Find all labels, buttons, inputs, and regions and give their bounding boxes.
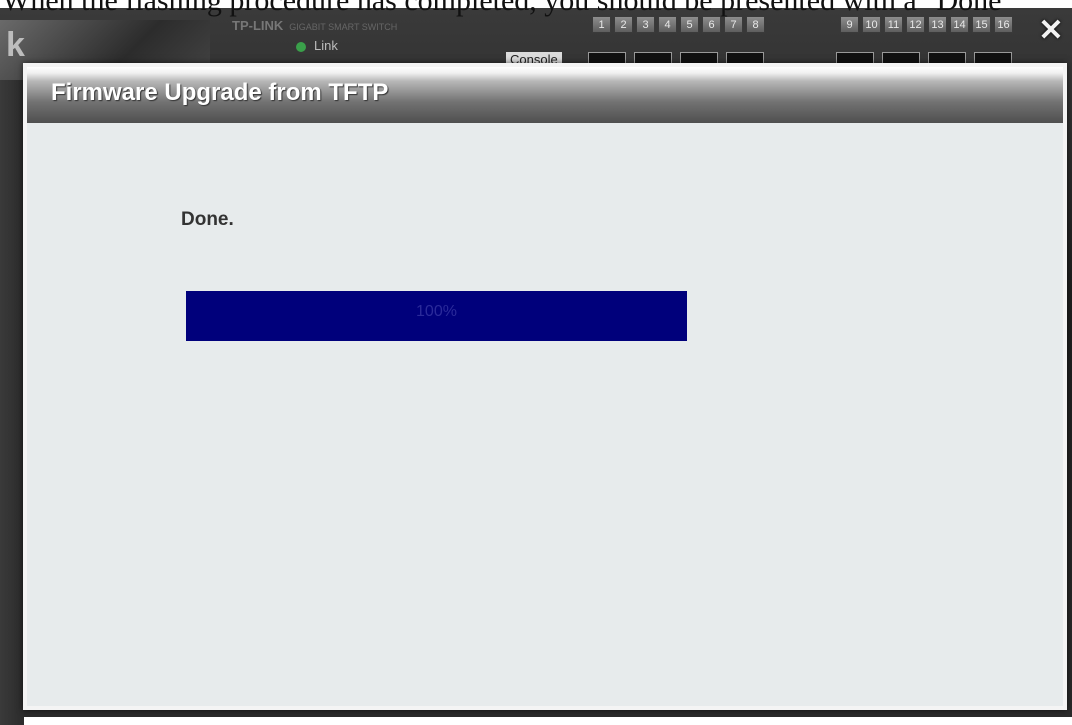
firmware-upgrade-dialog: Firmware Upgrade from TFTP Done. 100% bbox=[23, 63, 1067, 710]
progress-label: 100% bbox=[416, 303, 457, 320]
background-left-menu bbox=[0, 80, 24, 725]
link-led-icon bbox=[296, 41, 306, 52]
dialog-title: Firmware Upgrade from TFTP bbox=[51, 79, 389, 106]
close-icon[interactable]: ✕ bbox=[1036, 16, 1066, 46]
background-link-indicator: Link bbox=[296, 38, 338, 53]
status-text: Done. bbox=[181, 209, 234, 230]
dialog-header: Firmware Upgrade from TFTP bbox=[27, 63, 1063, 123]
document-caption: When the flashing procedure has complete… bbox=[2, 0, 1014, 17]
progress-bar: 100% bbox=[186, 291, 687, 341]
